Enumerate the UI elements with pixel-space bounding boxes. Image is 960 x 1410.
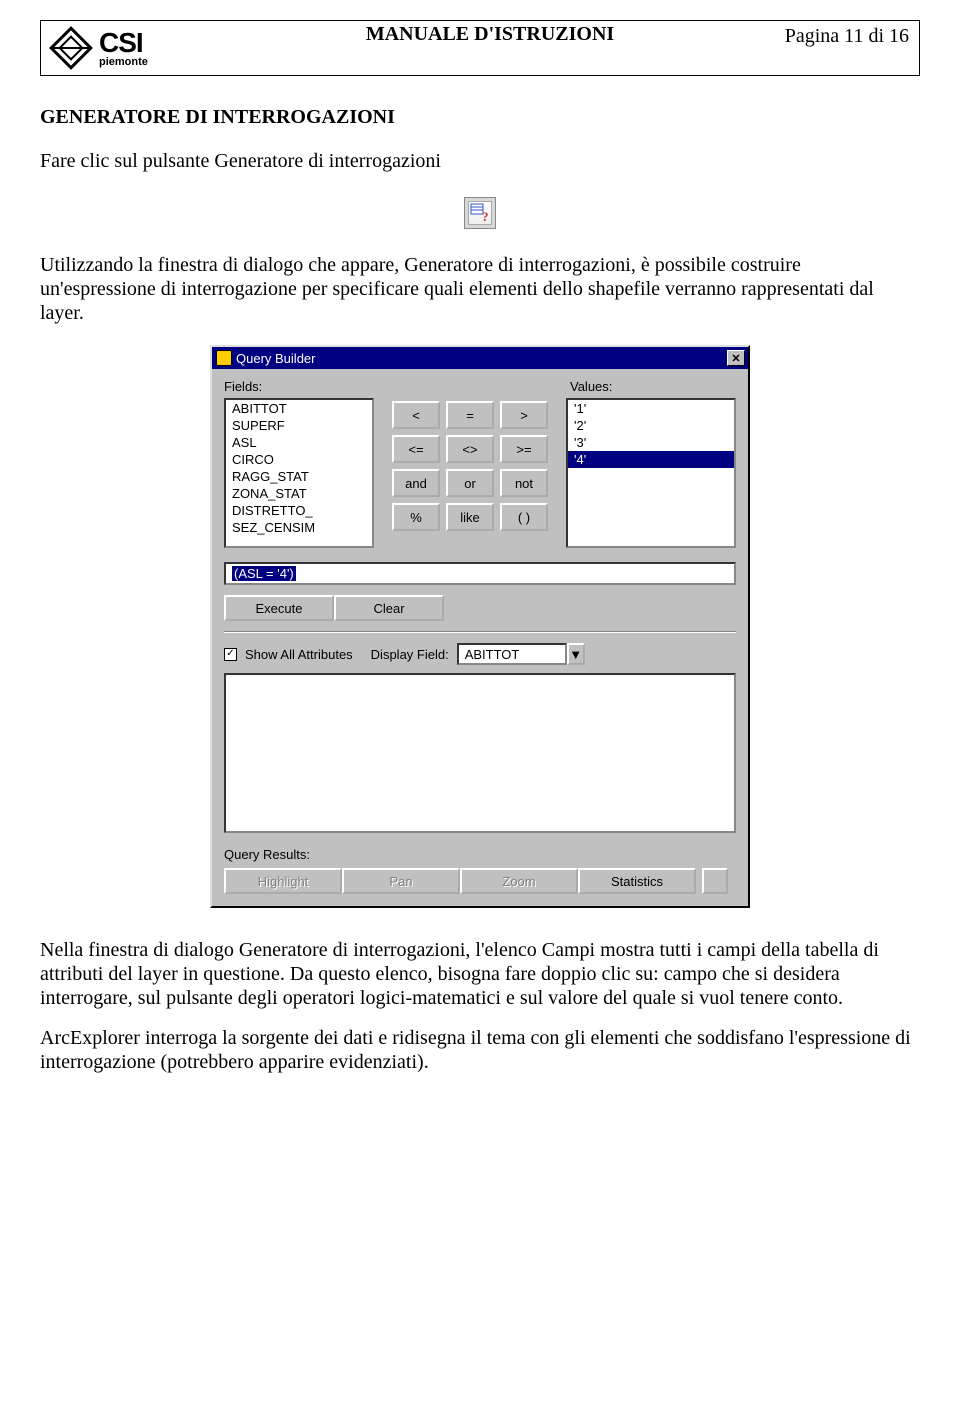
results-area[interactable] — [224, 673, 736, 833]
paragraph-2: Nella finestra di dialogo Generatore di … — [40, 938, 920, 1010]
close-icon: ✕ — [731, 352, 740, 365]
op-eq-button[interactable]: = — [446, 401, 494, 429]
zoom-button[interactable]: Zoom — [460, 868, 578, 894]
logo-text-bottom: piemonte — [99, 57, 148, 68]
op-not-button[interactable]: not — [500, 469, 548, 497]
list-item[interactable]: CIRCO — [226, 451, 372, 468]
list-item[interactable]: SEZ_CENSIM — [226, 519, 372, 536]
display-field-label: Display Field: — [371, 647, 449, 662]
doc-title: MANUALE D'ISTRUZIONI — [271, 21, 709, 75]
page-header: CSI piemonte MANUALE D'ISTRUZIONI Pagina… — [40, 20, 920, 76]
page-number: Pagina 11 di 16 — [709, 21, 919, 75]
check-icon: ✓ — [226, 649, 234, 659]
list-item[interactable]: SUPERF — [226, 417, 372, 434]
intro-line: Fare clic sul pulsante Generatore di int… — [40, 149, 920, 173]
operator-grid: < = > <= <> >= and or not % like ( ) — [392, 401, 548, 531]
results-label: Query Results: — [224, 847, 736, 862]
csi-logo-icon — [49, 26, 93, 70]
op-or-button[interactable]: or — [446, 469, 494, 497]
generator-toolbar-button[interactable]: ? — [464, 197, 496, 229]
clear-button[interactable]: Clear — [334, 595, 444, 621]
op-like-button[interactable]: like — [446, 503, 494, 531]
op-gt-button[interactable]: > — [500, 401, 548, 429]
list-item[interactable]: '2' — [568, 417, 734, 434]
list-item[interactable]: '1' — [568, 400, 734, 417]
op-paren-button[interactable]: ( ) — [500, 503, 548, 531]
svg-text:?: ? — [482, 209, 489, 223]
fields-label: Fields: — [224, 379, 374, 394]
show-all-checkbox[interactable]: ✓ — [224, 648, 237, 661]
logo: CSI piemonte — [41, 21, 271, 75]
expression-input[interactable]: (ASL = '4') — [224, 562, 736, 585]
statistics-button[interactable]: Statistics — [578, 868, 696, 894]
list-item[interactable]: DISTRETTO_ — [226, 502, 372, 519]
paragraph-1: Utilizzando la finestra di dialogo che a… — [40, 253, 920, 325]
query-builder-icon: ? — [470, 203, 490, 223]
display-field-combo[interactable]: ABITTOT ▼ — [457, 643, 585, 665]
section-heading: GENERATORE DI INTERROGAZIONI — [40, 106, 920, 129]
divider — [224, 631, 736, 633]
logo-text-top: CSI — [99, 29, 148, 57]
display-field-value: ABITTOT — [457, 643, 567, 665]
window-title: Query Builder — [236, 351, 315, 366]
list-item[interactable]: ZONA_STAT — [226, 485, 372, 502]
close-button[interactable]: ✕ — [727, 350, 745, 366]
window-icon — [216, 350, 232, 366]
list-item[interactable]: ABITTOT — [226, 400, 372, 417]
values-list[interactable]: '1' '2' '3' '4' — [566, 398, 736, 548]
highlight-button[interactable]: Highlight — [224, 868, 342, 894]
pan-button[interactable]: Pan — [342, 868, 460, 894]
query-builder-window: Query Builder ✕ Fields: ABITTOT SUPERF A… — [210, 345, 750, 908]
op-ne-button[interactable]: <> — [446, 435, 494, 463]
list-item[interactable]: '3' — [568, 434, 734, 451]
execute-button[interactable]: Execute — [224, 595, 334, 621]
small-square-button[interactable] — [702, 868, 728, 894]
expression-text: (ASL = '4') — [232, 566, 296, 581]
list-item[interactable]: '4' — [568, 451, 734, 468]
op-le-button[interactable]: <= — [392, 435, 440, 463]
show-all-label: Show All Attributes — [245, 647, 353, 662]
combo-dropdown-button[interactable]: ▼ — [567, 643, 585, 665]
op-ge-button[interactable]: >= — [500, 435, 548, 463]
op-lt-button[interactable]: < — [392, 401, 440, 429]
op-and-button[interactable]: and — [392, 469, 440, 497]
list-item[interactable]: ASL — [226, 434, 372, 451]
paragraph-3: ArcExplorer interroga la sorgente dei da… — [40, 1026, 920, 1074]
op-pct-button[interactable]: % — [392, 503, 440, 531]
values-label: Values: — [570, 379, 736, 394]
fields-list[interactable]: ABITTOT SUPERF ASL CIRCO RAGG_STAT ZONA_… — [224, 398, 374, 548]
titlebar[interactable]: Query Builder ✕ — [212, 347, 748, 369]
list-item[interactable]: RAGG_STAT — [226, 468, 372, 485]
chevron-down-icon: ▼ — [569, 647, 582, 662]
